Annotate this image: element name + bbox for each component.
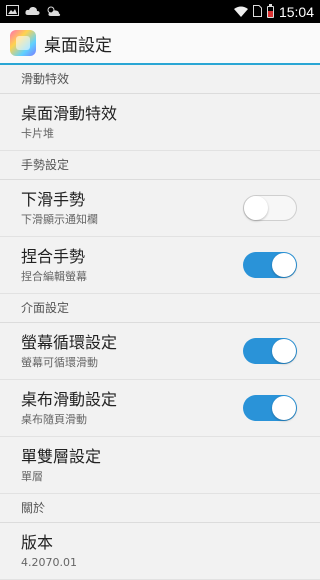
setting-text: 桌面滑動特效 卡片堆 — [21, 104, 299, 141]
setting-title: 桌布滑動設定 — [21, 389, 118, 409]
screen-loop-toggle[interactable] — [243, 338, 297, 364]
app-bar: 桌面設定 — [0, 23, 320, 65]
page-title: 桌面設定 — [44, 35, 112, 56]
setting-text: 螢幕循環設定 螢幕可循環滑動 — [21, 333, 243, 370]
setting-text: 捏合手勢 捏合編輯螢幕 — [21, 247, 243, 284]
setting-title: 版本 — [21, 532, 54, 552]
setting-text: 版本 4.2070.01 — [21, 533, 299, 570]
setting-subtitle: 捏合編輯螢幕 — [21, 269, 87, 283]
clock: 15:04 — [278, 3, 314, 20]
battery-icon — [266, 3, 274, 18]
setting-subtitle: 下滑顯示通知欄 — [21, 212, 98, 226]
toggle-knob — [244, 196, 268, 220]
setting-subtitle: 單層 — [21, 469, 43, 483]
wifi-icon — [233, 2, 248, 21]
setting-title: 捏合手勢 — [21, 246, 86, 266]
weather-icon — [46, 5, 61, 19]
section-header-gesture: 手勢設定 — [0, 151, 320, 180]
wallpaper-scroll-toggle[interactable] — [243, 395, 297, 421]
section-header-swipe-effect: 滑動特效 — [0, 65, 320, 94]
setting-title: 桌面滑動特效 — [21, 103, 118, 123]
setting-title: 單雙層設定 — [21, 446, 102, 466]
status-bar-left — [6, 5, 61, 19]
setting-version[interactable]: 版本 4.2070.01 — [0, 523, 320, 580]
setting-subtitle: 卡片堆 — [21, 126, 54, 140]
setting-text: 單雙層設定 單層 — [21, 447, 299, 484]
setting-wallpaper-scroll[interactable]: 桌布滑動設定 桌布隨頁滑動 — [0, 380, 320, 437]
image-icon — [6, 5, 19, 18]
setting-title: 下滑手勢 — [21, 189, 86, 209]
setting-subtitle: 螢幕可循環滑動 — [21, 355, 98, 369]
setting-subtitle: 4.2070.01 — [21, 555, 77, 569]
swipe-down-gesture-toggle[interactable] — [243, 195, 297, 221]
setting-text: 下滑手勢 下滑顯示通知欄 — [21, 190, 243, 227]
status-bar-right: 15:04 — [233, 2, 314, 21]
settings-list: 滑動特效 桌面滑動特效 卡片堆 手勢設定 下滑手勢 下滑顯示通知欄 捏合手勢 捏… — [0, 65, 320, 580]
app-icon[interactable] — [10, 30, 36, 56]
setting-subtitle: 桌布隨頁滑動 — [21, 412, 87, 426]
setting-layer-mode[interactable]: 單雙層設定 單層 — [0, 437, 320, 494]
section-header-about: 關於 — [0, 494, 320, 523]
toggle-knob — [272, 253, 296, 277]
pinch-gesture-toggle[interactable] — [243, 252, 297, 278]
toggle-knob — [272, 339, 296, 363]
setting-title: 螢幕循環設定 — [21, 332, 118, 352]
sim-icon — [252, 2, 262, 21]
setting-text: 桌布滑動設定 桌布隨頁滑動 — [21, 390, 243, 427]
setting-desktop-swipe-effect[interactable]: 桌面滑動特效 卡片堆 — [0, 94, 320, 151]
setting-screen-loop[interactable]: 螢幕循環設定 螢幕可循環滑動 — [0, 323, 320, 380]
cloud-icon — [25, 6, 40, 18]
setting-swipe-down-gesture[interactable]: 下滑手勢 下滑顯示通知欄 — [0, 180, 320, 237]
status-bar: 15:04 — [0, 0, 320, 23]
section-header-interface: 介面設定 — [0, 294, 320, 323]
toggle-knob — [272, 396, 296, 420]
setting-pinch-gesture[interactable]: 捏合手勢 捏合編輯螢幕 — [0, 237, 320, 294]
